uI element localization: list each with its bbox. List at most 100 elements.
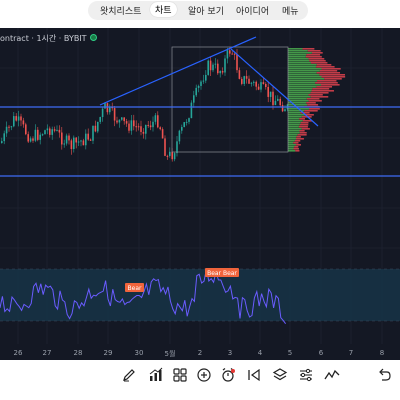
profile-bar-up (288, 76, 322, 78)
profile-bar-up (288, 78, 325, 80)
profile-bar-up (288, 54, 307, 56)
candle-body (80, 140, 82, 142)
candle-body (152, 121, 154, 128)
profile-bar-down (305, 56, 322, 58)
candle-body (221, 71, 224, 73)
bar-chart-icon[interactable] (148, 367, 164, 383)
candle-body (5, 126, 8, 134)
price-chart-canvas[interactable]: Bear Bear Bear (0, 28, 400, 344)
alarm-icon[interactable] (220, 367, 236, 383)
profile-bar-down (304, 110, 318, 112)
candle-body (185, 121, 188, 123)
profile-bar-up (288, 126, 299, 128)
grid-icon[interactable] (172, 367, 188, 383)
profile-bar-down (317, 80, 337, 82)
tab-menu[interactable]: 메뉴 (282, 4, 299, 17)
profile-bar-down (306, 102, 316, 104)
candle-body (147, 124, 149, 126)
candle-body (269, 91, 272, 97)
profile-bar-down (321, 68, 341, 70)
candle-body (284, 109, 286, 112)
x-tick: 7 (348, 349, 354, 357)
settings-sliders-icon[interactable] (298, 367, 314, 383)
add-circle-icon[interactable] (196, 367, 212, 383)
x-tick: 5 (287, 349, 293, 357)
profile-bar-up (288, 70, 320, 72)
profile-bar-down (299, 132, 307, 134)
x-tick: 30 (134, 349, 144, 357)
profile-bar-up (288, 86, 317, 88)
candle-body (265, 84, 267, 87)
profile-bar-down (307, 104, 319, 106)
profile-bar-up (288, 52, 312, 54)
candle-body (238, 70, 241, 79)
candle-body (236, 54, 238, 71)
candle-body (121, 117, 123, 120)
candle-body (279, 98, 281, 106)
candle-body (68, 135, 70, 141)
profile-bar-up (288, 94, 309, 96)
candle-body (49, 128, 51, 135)
candle-body (87, 133, 89, 140)
candle-body (61, 132, 63, 145)
profile-bar-up (288, 48, 303, 50)
x-tick: 27 (42, 349, 52, 357)
profile-bar-down (308, 58, 325, 60)
undo-icon[interactable] (376, 367, 392, 383)
home-area (0, 388, 400, 400)
candles (1, 47, 289, 162)
x-tick: 6 (318, 349, 324, 357)
candle-body (274, 100, 277, 106)
symbol-info[interactable]: ontract · 1시간 · BYBIT (0, 33, 87, 44)
zigzag-icon[interactable] (324, 367, 340, 383)
profile-bar-down (320, 84, 340, 86)
tab-watchlist[interactable]: 왓치리스트 (100, 4, 141, 17)
tab-ideas[interactable]: 아이디어 (236, 4, 269, 17)
profile-bar-up (288, 68, 322, 70)
profile-bar-down (299, 124, 309, 126)
candle-body (113, 108, 116, 121)
x-tick: 29 (103, 349, 113, 357)
x-tick: 2 (197, 349, 203, 357)
candle-body (253, 81, 255, 83)
candle-body (178, 130, 181, 142)
bear-label-1: Bear (125, 283, 144, 292)
tab-explore[interactable]: 알아 보기 (188, 4, 224, 17)
candle-body (37, 129, 39, 140)
candle-body (13, 116, 15, 127)
candle-body (97, 121, 99, 132)
profile-bar-up (288, 72, 317, 74)
candle-body (188, 118, 190, 122)
candle-body (94, 125, 97, 132)
candle-body (101, 108, 104, 118)
candle-body (149, 125, 152, 128)
profile-bar-up (288, 82, 316, 84)
profile-bar-up (288, 64, 317, 66)
candle-body (99, 117, 101, 122)
chart-panel[interactable]: Bear Bear Bear ontract · 1시간 · BYBIT (0, 28, 400, 360)
layers-icon[interactable] (272, 367, 288, 383)
candle-body (116, 120, 118, 123)
candle-body (277, 98, 279, 101)
profile-bar-up (288, 114, 305, 116)
candle-body (262, 82, 265, 85)
profile-bar-down (319, 74, 346, 76)
candle-body (209, 60, 212, 71)
profile-bar-down (299, 118, 306, 120)
tab-chart[interactable]: 차트 (150, 2, 177, 17)
candle-body (250, 82, 253, 84)
profile-bar-down (319, 70, 338, 72)
candle-body (197, 85, 200, 88)
candle-body (92, 125, 94, 141)
profile-bar-down (324, 78, 342, 80)
step-back-icon[interactable] (246, 367, 262, 383)
x-tick: 5월 (164, 350, 176, 358)
candle-body (77, 141, 80, 143)
pencil-icon[interactable] (121, 367, 137, 383)
profile-bar-down (298, 126, 308, 128)
time-axis[interactable]: 26 27 28 29 30 5월 2 3 4 5 6 7 8 (0, 344, 400, 358)
candle-body (135, 126, 137, 128)
profile-bar-down (293, 142, 299, 144)
candle-body (73, 137, 75, 150)
x-tick: 26 (13, 349, 23, 357)
